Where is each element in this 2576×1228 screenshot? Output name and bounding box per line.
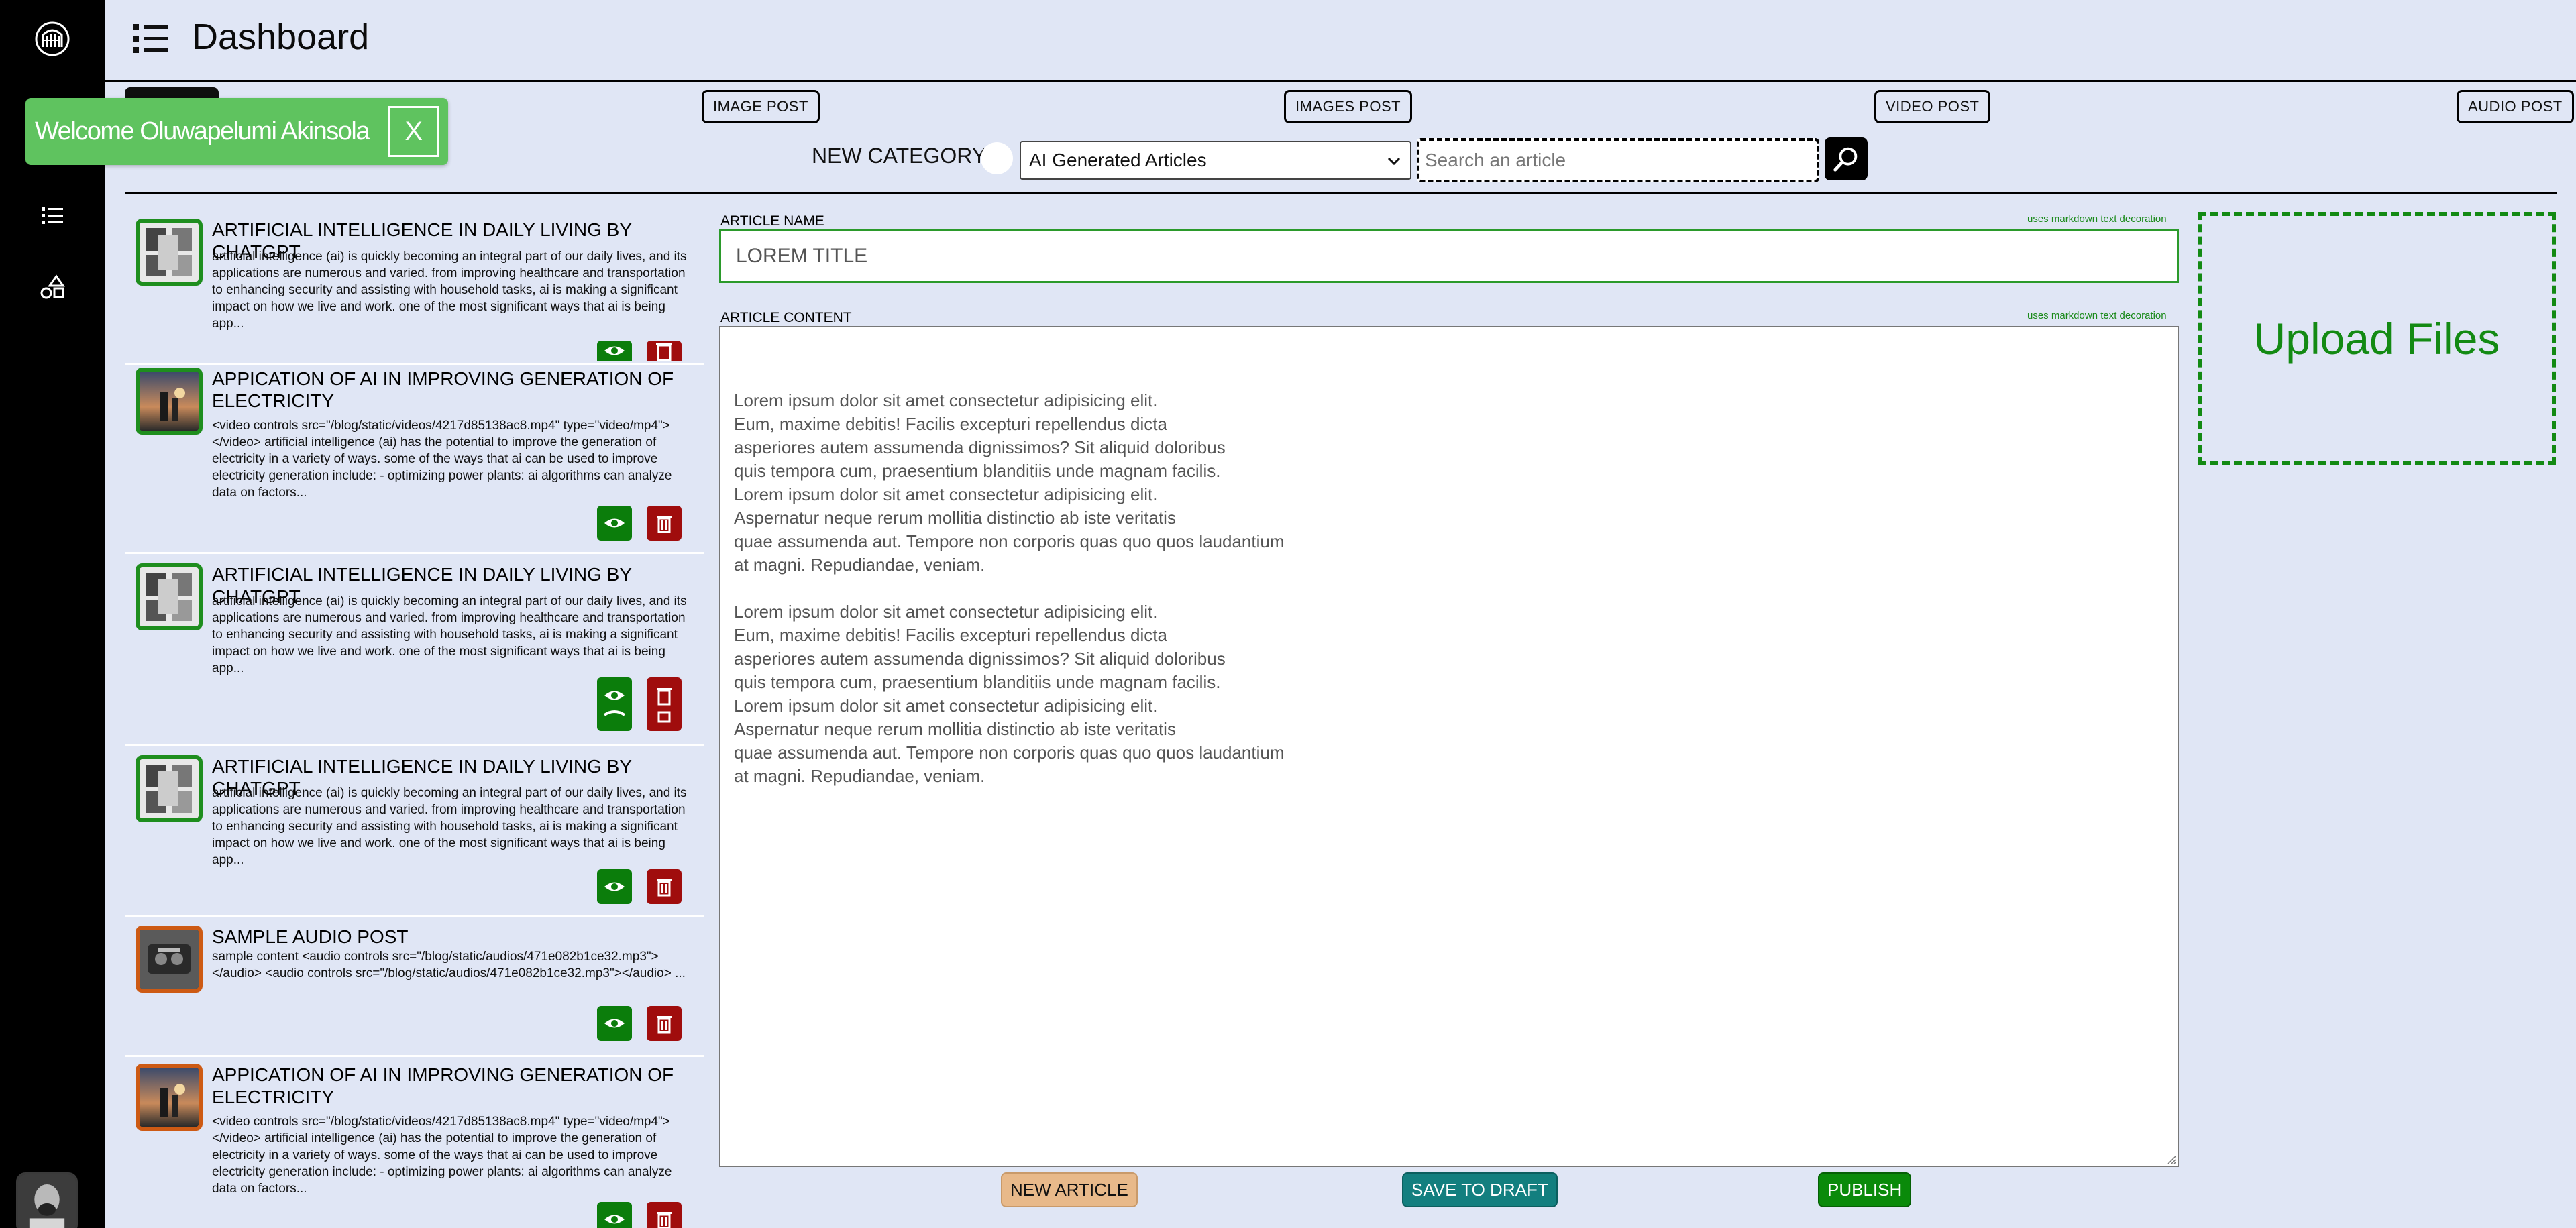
audio-post-button[interactable]: AUDIO POST bbox=[2457, 90, 2574, 123]
image-post-button[interactable]: IMAGE POST bbox=[702, 90, 820, 123]
list-item[interactable]: ARTIFICIAL INTELLIGENCE IN DAILY LIVING … bbox=[125, 219, 704, 365]
markdown-hint: uses markdown text decoration bbox=[2027, 310, 2167, 321]
view-button[interactable] bbox=[597, 677, 632, 731]
search-placeholder: Search an article bbox=[1425, 150, 1566, 170]
delete-button[interactable] bbox=[647, 341, 682, 361]
divider bbox=[125, 192, 2557, 194]
title-placeholder: LOREM TITLE bbox=[736, 245, 868, 267]
article-title: APPICATION OF AI IN IMPROVING GENERATION… bbox=[212, 1064, 674, 1107]
chevron-down-icon bbox=[1387, 157, 1401, 166]
publish-button[interactable]: PUBLISH bbox=[1818, 1172, 1912, 1207]
trash-icon bbox=[657, 1016, 672, 1034]
article-title-input[interactable]: LOREM TITLE bbox=[719, 229, 2179, 283]
category-select[interactable]: AI Generated Articles bbox=[1020, 141, 1411, 180]
resize-grip-icon[interactable] bbox=[2165, 1154, 2176, 1164]
list-icon[interactable] bbox=[39, 203, 66, 229]
trash-icon bbox=[656, 343, 672, 361]
list-item[interactable]: ARTIFICIAL INTELLIGENCE IN DAILY LIVING … bbox=[125, 563, 704, 746]
welcome-toast: Welcome Oluwapelumi Akinsola X bbox=[25, 98, 448, 165]
upload-files-dropzone[interactable]: Upload Files bbox=[2198, 212, 2556, 465]
logo-icon[interactable] bbox=[34, 20, 71, 58]
sidebar bbox=[0, 0, 105, 1228]
eye-icon bbox=[603, 691, 626, 716]
new-category-label[interactable]: NEW CATEGORY bbox=[812, 144, 986, 168]
page-title: Dashboard bbox=[192, 17, 370, 57]
list-item[interactable]: APPICATION OF AI IN IMPROVING GENERATION… bbox=[125, 368, 704, 554]
trash-icon bbox=[657, 879, 672, 897]
article-title: SAMPLE AUDIO POST bbox=[212, 926, 409, 947]
search-input[interactable]: Search an article bbox=[1417, 138, 1819, 182]
menu-list-icon[interactable] bbox=[131, 20, 169, 58]
upload-label: Upload Files bbox=[2253, 314, 2500, 364]
article-content-label: ARTICLE CONTENT bbox=[720, 310, 852, 325]
toast-message: Welcome Oluwapelumi Akinsola bbox=[35, 117, 370, 146]
content-text: Lorem ipsum dolor sit amet consectetur a… bbox=[734, 390, 1285, 786]
view-button[interactable] bbox=[597, 341, 632, 361]
article-name-label: ARTICLE NAME bbox=[720, 213, 824, 229]
trash-icon bbox=[657, 516, 672, 533]
new-article-button[interactable]: NEW ARTICLE bbox=[1001, 1172, 1138, 1207]
delete-button[interactable] bbox=[647, 1006, 682, 1041]
header: Dashboard bbox=[105, 0, 2576, 82]
list-item[interactable]: APPICATION OF AI IN IMPROVING GENERATION… bbox=[125, 1064, 704, 1228]
view-button[interactable] bbox=[597, 1202, 632, 1228]
article-thumbnail bbox=[136, 219, 203, 286]
save-draft-button[interactable]: SAVE TO DRAFT bbox=[1402, 1172, 1558, 1207]
article-thumbnail bbox=[136, 563, 203, 630]
search-button[interactable] bbox=[1825, 137, 1868, 180]
view-button[interactable] bbox=[597, 506, 632, 541]
article-excerpt: artificial intelligence (ai) is quickly … bbox=[212, 249, 687, 331]
markdown-hint: uses markdown text decoration bbox=[2027, 213, 2167, 225]
eye-icon bbox=[604, 346, 625, 355]
delete-button[interactable] bbox=[647, 869, 682, 904]
view-button[interactable] bbox=[597, 869, 632, 904]
article-title: APPICATION OF AI IN IMPROVING GENERATION… bbox=[212, 368, 674, 411]
article-thumbnail bbox=[136, 368, 203, 435]
eye-icon bbox=[604, 1019, 625, 1028]
shapes-icon[interactable] bbox=[39, 274, 66, 300]
trash-icon bbox=[657, 1212, 672, 1228]
list-item[interactable]: ARTIFICIAL INTELLIGENCE IN DAILY LIVING … bbox=[125, 755, 704, 917]
article-excerpt: artificial intelligence (ai) is quickly … bbox=[212, 594, 687, 675]
images-post-button[interactable]: IMAGES POST bbox=[1284, 90, 1413, 123]
article-thumbnail bbox=[136, 1064, 203, 1131]
article-excerpt: artificial intelligence (ai) is quickly … bbox=[212, 786, 687, 867]
article-content-textarea[interactable]: Lorem ipsum dolor sit amet consectetur a… bbox=[719, 326, 2179, 1167]
avatar[interactable] bbox=[16, 1172, 78, 1228]
article-thumbnail bbox=[136, 926, 203, 993]
article-list: ARTIFICIAL INTELLIGENCE IN DAILY LIVING … bbox=[125, 212, 704, 1228]
delete-button[interactable] bbox=[647, 677, 682, 731]
list-item[interactable]: SAMPLE AUDIO POST sample content <audio … bbox=[125, 926, 704, 1057]
delete-button[interactable] bbox=[647, 1202, 682, 1228]
new-category-toggle[interactable] bbox=[981, 142, 1013, 174]
toast-close-button[interactable]: X bbox=[388, 106, 439, 157]
eye-icon bbox=[604, 1215, 625, 1224]
search-icon bbox=[1833, 147, 1858, 172]
article-excerpt: <video controls src="/blog/static/videos… bbox=[212, 418, 672, 500]
category-selected-value: AI Generated Articles bbox=[1029, 150, 1207, 170]
eye-icon bbox=[604, 518, 625, 528]
eye-icon bbox=[604, 882, 625, 891]
delete-button[interactable] bbox=[647, 506, 682, 541]
article-excerpt: sample content <audio controls src="/blo… bbox=[212, 950, 686, 981]
article-excerpt: <video controls src="/blog/static/videos… bbox=[212, 1115, 672, 1196]
trash-icon bbox=[657, 688, 672, 723]
view-button[interactable] bbox=[597, 1006, 632, 1041]
video-post-button[interactable]: VIDEO POST bbox=[1874, 90, 1991, 123]
article-thumbnail bbox=[136, 755, 203, 822]
